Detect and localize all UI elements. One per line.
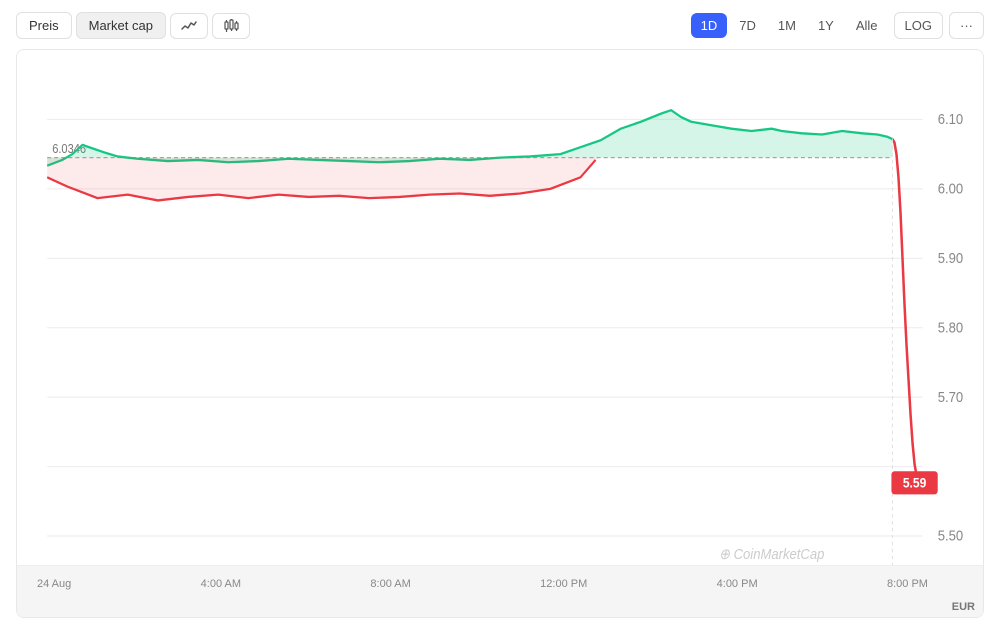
- toolbar-left: Preis Market cap: [16, 12, 250, 39]
- svg-text:6.10: 6.10: [938, 110, 964, 127]
- svg-text:⊕ CoinMarketCap: ⊕ CoinMarketCap: [719, 545, 824, 562]
- x-label-4: 12:00 PM: [540, 578, 587, 590]
- time-1d-button[interactable]: 1D: [691, 13, 728, 38]
- log-button[interactable]: LOG: [894, 12, 943, 39]
- x-label-1: 24 Aug: [37, 578, 71, 590]
- line-chart-icon: [181, 19, 197, 33]
- chart-wrapper: 6.10 6.00 5.90 5.80 5.70 5.50 6.0346: [16, 49, 984, 618]
- more-button[interactable]: ···: [949, 12, 984, 39]
- time-1y-button[interactable]: 1Y: [808, 13, 844, 38]
- svg-text:5.59: 5.59: [903, 475, 926, 491]
- x-axis-bar: 24 Aug 4:00 AM 8:00 AM 12:00 PM 4:00 PM …: [17, 565, 983, 617]
- svg-text:5.80: 5.80: [938, 318, 964, 335]
- toolbar: Preis Market cap: [16, 12, 984, 39]
- price-chart: 6.10 6.00 5.90 5.80 5.70 5.50 6.0346: [17, 50, 983, 617]
- marketcap-button[interactable]: Market cap: [76, 12, 166, 39]
- time-7d-button[interactable]: 7D: [729, 13, 766, 38]
- line-chart-button[interactable]: [170, 13, 208, 39]
- svg-text:5.90: 5.90: [938, 249, 964, 266]
- candle-chart-button[interactable]: [212, 13, 250, 39]
- x-label-6: 8:00 PM: [887, 578, 928, 590]
- x-label-3: 8:00 AM: [370, 578, 410, 590]
- x-label-5: 4:00 PM: [717, 578, 758, 590]
- svg-text:5.70: 5.70: [938, 388, 964, 405]
- main-container: Preis Market cap: [0, 0, 1000, 618]
- svg-text:6.00: 6.00: [938, 180, 964, 197]
- preis-button[interactable]: Preis: [16, 12, 72, 39]
- time-1m-button[interactable]: 1M: [768, 13, 806, 38]
- candle-chart-icon: [223, 19, 239, 33]
- toolbar-right: 1D 7D 1M 1Y Alle LOG ···: [691, 12, 984, 39]
- time-alle-button[interactable]: Alle: [846, 13, 888, 38]
- currency-label: EUR: [952, 601, 975, 613]
- x-label-2: 4:00 AM: [201, 578, 241, 590]
- svg-text:5.50: 5.50: [938, 527, 964, 544]
